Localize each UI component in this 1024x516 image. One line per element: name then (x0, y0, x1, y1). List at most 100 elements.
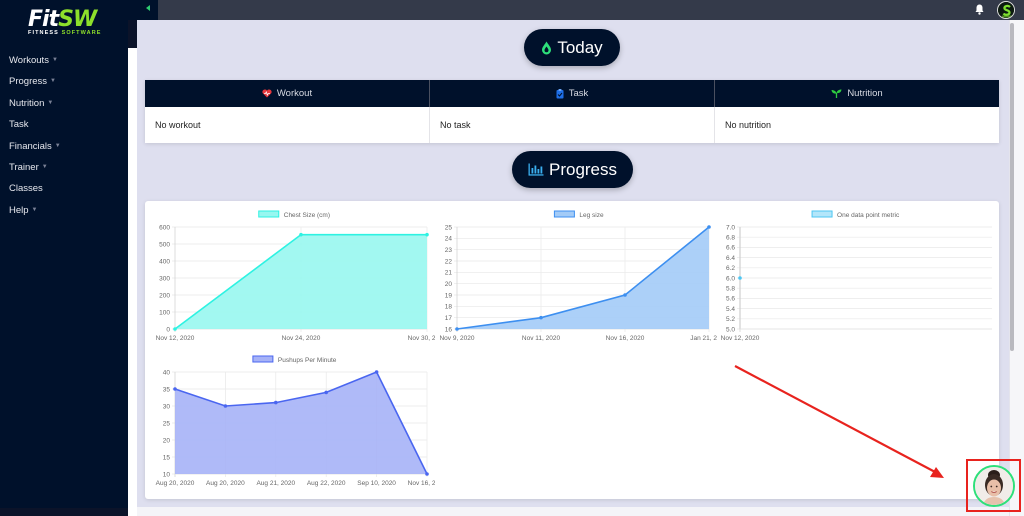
legend-label: Pushups Per Minute (278, 357, 337, 364)
task-cell: No task (430, 107, 715, 143)
top-bar-left (128, 0, 158, 20)
legend-label: Leg size (579, 212, 604, 219)
bell-icon[interactable] (975, 4, 984, 15)
y-tick-label: 19 (445, 292, 453, 299)
column-header-workout: Workout (145, 80, 430, 107)
y-tick-label: 500 (159, 241, 170, 248)
data-point (173, 387, 177, 391)
legend-swatch (811, 210, 833, 218)
y-tick-label: 200 (159, 292, 170, 299)
caret-down-icon: ▼ (51, 57, 58, 63)
sidebar-nav: Workouts ▼ Progress ▼ Nutrition ▼ Task Financia… (0, 50, 128, 221)
series-area (175, 234, 427, 329)
sidebar-collapse-icon[interactable] (146, 5, 150, 11)
y-tick-label: 35 (163, 386, 171, 393)
today-table: Workout Task Nutrition No workout No tas… (145, 80, 999, 143)
y-tick-label: 5.4 (726, 306, 735, 313)
logo-tagline-2: SOFTWARE (61, 30, 102, 36)
sidebar-item-progress[interactable]: Progress ▼ (0, 71, 128, 92)
pushups-per-minute-chart: Pushups Per Minute 10 15 20 25 30 35 40 Aug 20, … (156, 355, 435, 487)
legend-swatch (252, 355, 274, 363)
logo-text-fit: Fit (28, 7, 59, 32)
data-point (455, 327, 459, 331)
x-tick-label: Nov 12, 2020 (721, 335, 760, 342)
y-tick-label: 600 (159, 224, 170, 231)
y-tick-label: 20 (163, 437, 171, 444)
user-avatar-icon[interactable] (997, 1, 1015, 19)
legend-swatch (258, 210, 280, 218)
column-header-task: Task (430, 80, 715, 107)
sidebar-item-financials[interactable]: Financials ▼ (0, 136, 128, 157)
x-tick-label: Nov 16, 2020 (606, 335, 645, 342)
x-tick-label: Nov 9, 2020 (439, 335, 474, 342)
y-tick-label: 6.2 (726, 265, 735, 272)
y-tick-label: 5.8 (726, 286, 735, 293)
series-area (457, 227, 709, 329)
bar-chart-icon (528, 163, 544, 176)
today-heading: Today (524, 29, 620, 66)
scrollbar-thumb[interactable] (1010, 23, 1014, 351)
y-tick-label: 25 (445, 224, 453, 231)
progress-title: Progress (548, 159, 618, 179)
fitsw-logo[interactable]: FitSW FITNESS SOFTWARE (28, 7, 110, 37)
sidebar-item-label: Help (9, 204, 29, 216)
y-tick-label: 6.6 (726, 245, 735, 252)
data-point (223, 404, 228, 408)
x-tick-label: Sep 10, 2020 (357, 480, 396, 487)
today-table-header: Workout Task Nutrition (145, 80, 999, 107)
y-tick-label: 400 (159, 258, 170, 265)
sidebar-item-workouts[interactable]: Workouts ▼ (0, 50, 128, 71)
sidebar-item-task[interactable]: Task (0, 114, 128, 135)
caret-down-icon: ▼ (47, 99, 54, 106)
today-title: Today (557, 37, 603, 57)
y-tick-label: 6.0 (726, 275, 735, 282)
column-header-label: Workout (276, 88, 313, 99)
y-tick-label: 40 (163, 369, 171, 376)
y-tick-label: 23 (445, 247, 453, 254)
one-data-point-chart: One data point metric 5.0 5.2 5.4 5.6 5.8 6.0 6… (721, 210, 992, 342)
sidebar: FitSW FITNESS SOFTWARE Workouts ▼ Progress… (0, 0, 137, 516)
seedling-icon (831, 89, 842, 98)
sidebar-item-label: Workouts (9, 55, 49, 66)
y-tick-label: 0 (166, 326, 170, 333)
data-point (425, 472, 429, 476)
sidebar-item-nutrition[interactable]: Nutrition ▼ (0, 93, 128, 114)
data-point (707, 225, 711, 229)
progress-heading: Progress (512, 151, 633, 188)
sidebar-item-label: Progress (9, 76, 48, 88)
data-point (299, 232, 303, 237)
sidebar-item-trainer[interactable]: Trainer ▼ (0, 157, 128, 178)
y-tick-label: 5.0 (726, 326, 735, 333)
nutrition-cell: No nutrition (725, 120, 772, 130)
data-point (539, 315, 543, 320)
x-tick-label: Aug 21, 2020 (256, 480, 295, 487)
sidebar-item-label: Financials (9, 140, 52, 152)
legend-label: Chest Size (cm) (284, 212, 330, 219)
y-tick-label: 17 (445, 315, 453, 322)
y-tick-label: 21 (445, 270, 453, 277)
column-header-nutrition: Nutrition (715, 80, 999, 107)
x-tick-label: Nov 24, 2020 (282, 335, 321, 342)
logo-text-sw: SW (58, 7, 97, 32)
caret-down-icon: ▼ (41, 163, 48, 170)
sidebar-item-label: Nutrition (9, 97, 45, 109)
sidebar-item-help[interactable]: Help ▼ (0, 200, 128, 221)
y-tick-label: 10 (163, 471, 171, 478)
data-point (274, 400, 278, 405)
y-tick-label: 30 (163, 403, 171, 410)
y-tick-label: 18 (445, 304, 453, 311)
support-chat-avatar[interactable] (973, 465, 1015, 507)
x-tick-label: Nov 16, 2020 (408, 480, 435, 487)
y-tick-label: 6.8 (726, 235, 735, 242)
sidebar-item-classes[interactable]: Classes (0, 178, 128, 199)
x-tick-label: Aug 20, 2020 (206, 480, 245, 487)
x-tick-label: Aug 22, 2020 (307, 480, 346, 487)
workout-cell: No workout (145, 107, 430, 143)
y-tick-label: 22 (445, 258, 453, 265)
clipboard-check-icon (556, 88, 564, 99)
data-point (425, 232, 429, 237)
main-footer-strip (137, 507, 1024, 516)
x-tick-label: Aug 20, 2020 (156, 480, 195, 487)
data-point (324, 390, 328, 395)
legend-swatch (553, 210, 575, 218)
